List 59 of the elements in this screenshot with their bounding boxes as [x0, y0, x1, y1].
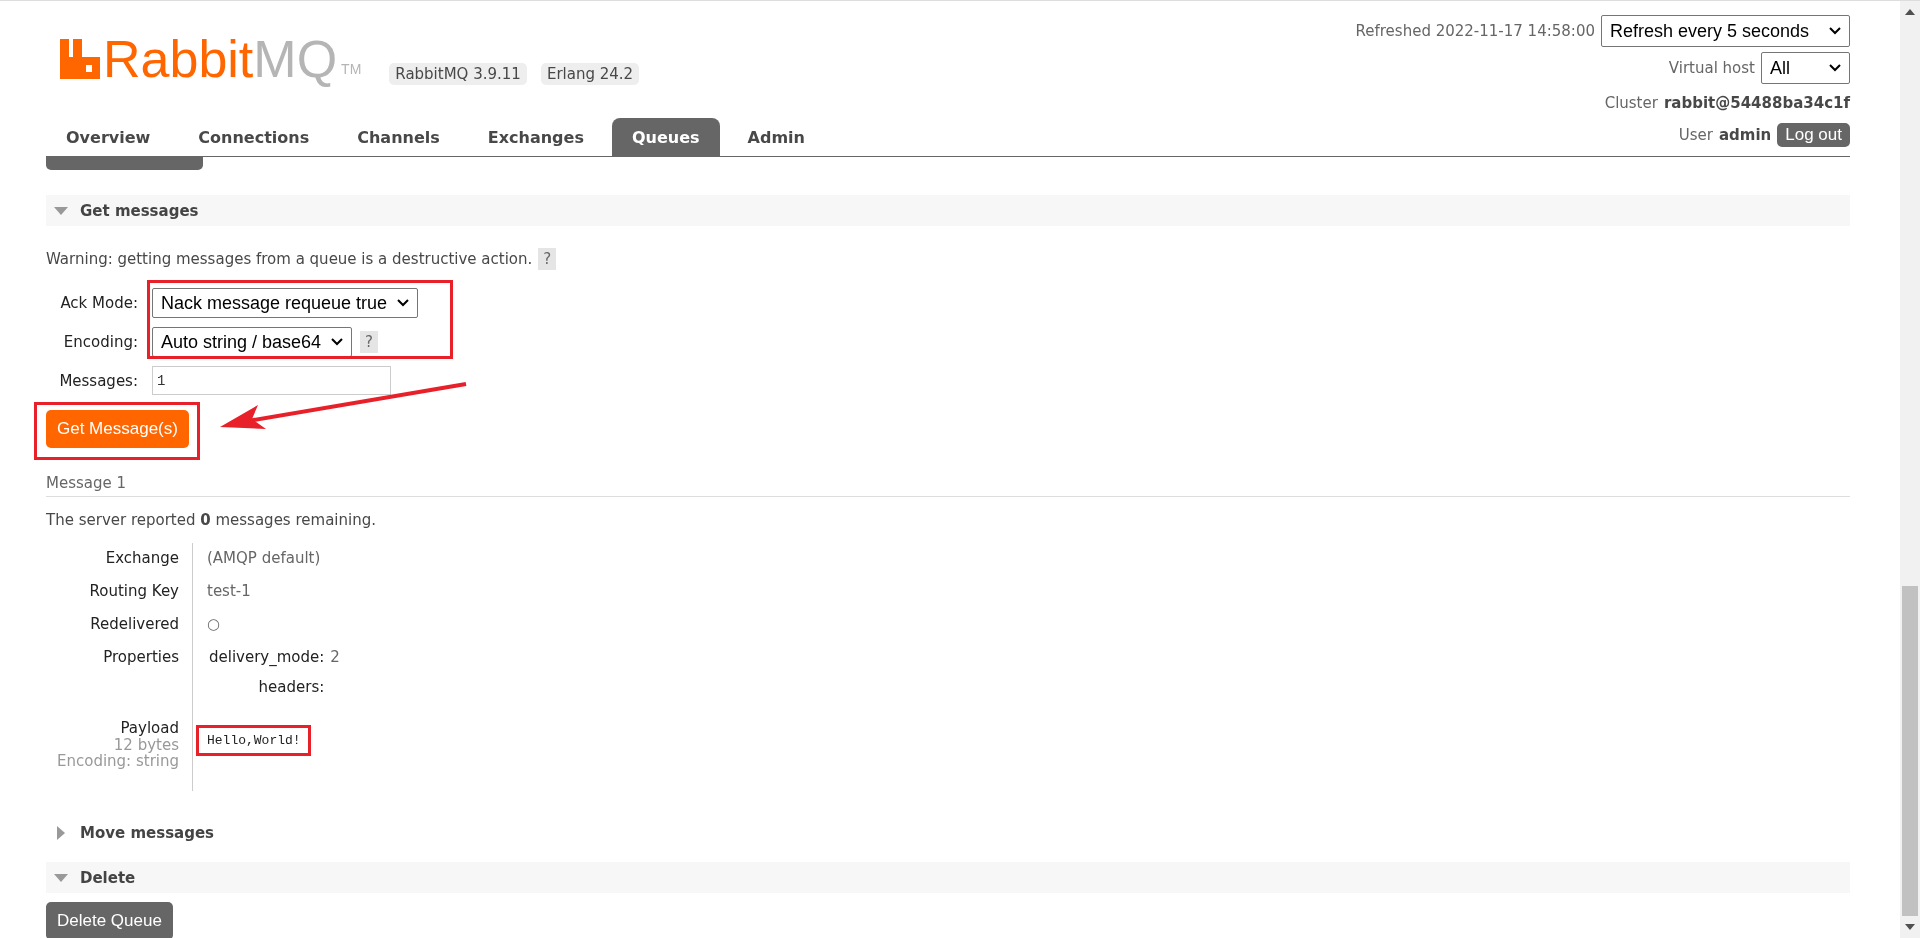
help-button[interactable]: ?	[538, 248, 557, 270]
up-arrow-icon	[1905, 9, 1915, 15]
payload-encoding: Encoding: string	[57, 753, 179, 769]
chevron-icon	[397, 299, 410, 307]
message-title: Message 1	[46, 474, 1850, 497]
scrollbar[interactable]	[1900, 1, 1920, 938]
refreshed-time: Refreshed 2022-11-17 14:58:00	[1355, 22, 1595, 40]
field-label: Redelivered	[90, 615, 179, 633]
chevron-icon	[1829, 27, 1841, 35]
section-header[interactable]: Move messages	[46, 817, 1850, 848]
version-badge: RabbitMQ 3.9.11	[389, 63, 527, 85]
nav-tab[interactable]: Connections	[178, 118, 330, 156]
triangle-icon	[57, 825, 65, 840]
field-value: test-1	[207, 582, 251, 600]
payload-text: Hello,World!	[207, 733, 301, 748]
property-value: 2	[330, 648, 340, 666]
remaining-text: The server reported 0 messages remaining.	[46, 511, 376, 529]
triangle-icon	[54, 206, 68, 215]
partial-button[interactable]	[46, 157, 203, 170]
payload-size: 12 bytes	[113, 737, 179, 753]
down-arrow-icon	[1905, 924, 1915, 930]
delete-queue-button[interactable]: Delete Queue	[46, 902, 173, 938]
encoding-select[interactable]: Auto string / base64	[152, 327, 353, 357]
nav-tab[interactable]: Overview	[46, 118, 171, 156]
nav-tab[interactable]: Exchanges	[467, 118, 604, 156]
cluster-label: Cluster	[1604, 93, 1658, 112]
vhost-select[interactable]: All	[1761, 52, 1850, 84]
cluster-name: rabbit@54488ba34c1f	[1663, 93, 1850, 112]
nav-tab[interactable]: Queues	[611, 118, 720, 156]
messages-label: Messages:	[58, 371, 138, 390]
help-button[interactable]: ?	[360, 331, 379, 353]
encoding-label: Encoding:	[62, 333, 138, 351]
logout-button[interactable]: Log out	[1777, 122, 1850, 147]
user-label: User	[1678, 125, 1713, 144]
property-key: headers:	[209, 678, 325, 696]
section-header[interactable]: Get messages	[46, 195, 1850, 226]
scrollbar-thumb[interactable]	[1902, 586, 1918, 916]
warning-text: Warning: getting messages from a queue is a destructive action.	[46, 250, 533, 268]
field-label: Exchange	[105, 549, 179, 567]
ack-mode-select[interactable]: Nack message requeue true	[152, 288, 419, 318]
triangle-icon	[54, 873, 68, 882]
ack-mode-label: Ack Mode:	[59, 294, 138, 312]
nav-tab[interactable]: Channels	[337, 118, 460, 156]
field-label: Properties	[103, 648, 179, 666]
version-badge: Erlang 24.2	[540, 63, 640, 85]
messages-input[interactable]: 1	[152, 366, 391, 395]
property-key: delivery_mode:	[209, 648, 325, 666]
field-value: (AMQP default)	[207, 549, 321, 567]
refresh-select[interactable]: Refresh every 5 seconds	[1601, 15, 1850, 47]
field-label: Routing Key	[89, 582, 179, 600]
section-header[interactable]: Delete	[46, 862, 1850, 893]
chevron-icon	[331, 338, 344, 346]
field-label: Payload	[120, 719, 179, 737]
nav-tab[interactable]: Admin	[727, 118, 825, 156]
rabbitmq-logo: RabbitMQ TM	[60, 33, 362, 85]
vhost-label: Virtual host	[1668, 59, 1755, 77]
user-name: admin	[1718, 125, 1772, 144]
field-value: ○	[207, 615, 221, 633]
chevron-icon	[1829, 64, 1841, 72]
